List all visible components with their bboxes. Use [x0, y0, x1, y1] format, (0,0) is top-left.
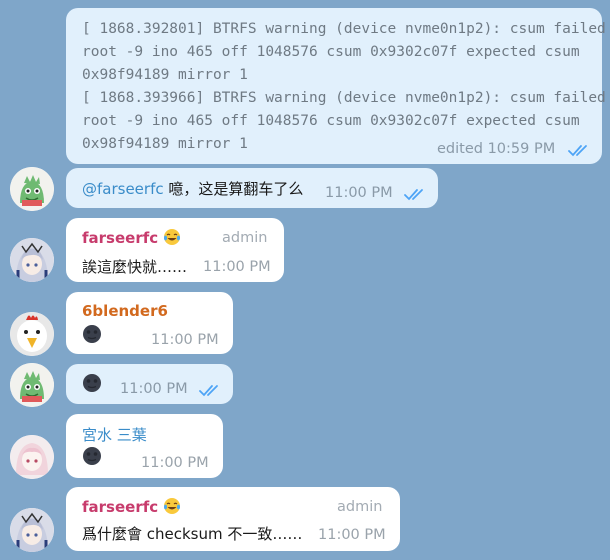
mention-link[interactable]: @farseerfc	[82, 180, 164, 198]
message-bubble-mention[interactable]: @farseerfc 噫，这是算翻车了么 11:00 PM	[66, 168, 438, 208]
tears-of-joy-emoji	[164, 229, 181, 245]
admin-badge: admin	[222, 230, 268, 246]
dino-avatar[interactable]	[10, 363, 54, 407]
admin-badge: admin	[337, 499, 383, 515]
message-time: 11:00 PM	[151, 332, 219, 348]
message-time: 11:00 PM	[318, 527, 386, 543]
message-time: 11:00 PM	[325, 185, 393, 201]
message-text: 噫，这是算翻车了么	[163, 180, 304, 198]
pink-hair-avatar[interactable]	[10, 435, 54, 479]
sender-name[interactable]: 宮水 三葉	[82, 424, 147, 445]
sender-name[interactable]: 6blender6	[82, 302, 168, 320]
message-text: 爲什麼會 checksum 不一致……	[82, 525, 303, 543]
message-bubble-farseerfc-1[interactable]: farseerfc admin 誒這麼快就…… 11:00 PM	[66, 218, 284, 282]
log-line: 0x98f94189 mirror 1	[82, 67, 248, 83]
log-line: [ 1868.393966] BTRFS warning (device nvm…	[82, 90, 606, 106]
double-check-icon	[199, 385, 218, 397]
message-time: 11:00 PM	[203, 259, 271, 275]
message-time: 11:00 PM	[120, 381, 188, 397]
message-bubble-farseerfc-2[interactable]: farseerfc admin 爲什麼會 checksum 不一致…… 11:0…	[66, 487, 400, 551]
sender-name[interactable]: farseerfc	[82, 498, 158, 516]
chicken-avatar[interactable]	[10, 312, 54, 356]
message-time: 11:00 PM	[141, 455, 209, 471]
anime-girl-avatar[interactable]	[10, 238, 54, 282]
tears-of-joy-emoji	[164, 498, 181, 514]
message-bubble-self-emoji[interactable]: 11:00 PM	[66, 364, 233, 404]
dino-avatar[interactable]	[10, 167, 54, 211]
message-bubble-log[interactable]: [ 1868.392801] BTRFS warning (device nvm…	[66, 8, 606, 164]
new-moon-face-emoji	[83, 374, 101, 392]
new-moon-face-emoji	[83, 447, 101, 465]
message-bubble-miyamizu[interactable]: 宮水 三葉 11:00 PM	[66, 414, 223, 478]
message-text: 誒這麼快就……	[82, 258, 188, 276]
log-line: root -9 ino 465 off 1048576 csum 0x9302c…	[82, 113, 580, 129]
log-line: root -9 ino 465 off 1048576 csum 0x9302c…	[82, 44, 580, 60]
log-line: [ 1868.392801] BTRFS warning (device nvm…	[82, 21, 606, 37]
double-check-icon	[404, 189, 423, 201]
new-moon-face-emoji	[83, 325, 101, 343]
anime-girl-avatar[interactable]	[10, 508, 54, 552]
double-check-icon	[568, 145, 587, 157]
message-bubble-6blender6[interactable]: 6blender6 11:00 PM	[66, 292, 233, 354]
sender-name[interactable]: farseerfc	[82, 229, 158, 247]
message-time: edited 10:59 PM	[437, 141, 556, 157]
